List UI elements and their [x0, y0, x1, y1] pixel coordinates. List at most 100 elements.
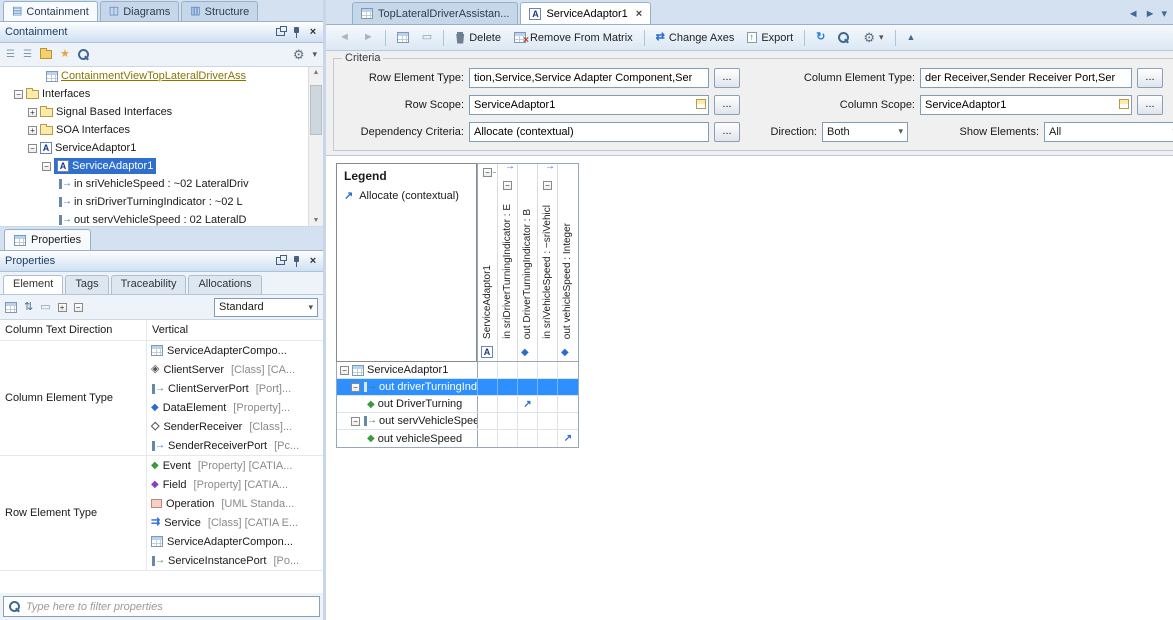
- dependency-criteria-browse-button[interactable]: ...: [714, 122, 740, 142]
- list-item[interactable]: Field[Property] [CATIA...: [147, 475, 323, 494]
- direction-select[interactable]: Both: [822, 122, 908, 142]
- forward-button[interactable]: [358, 30, 379, 45]
- property-row-column-element-type[interactable]: Column Element Type ServiceAdapterCompo.…: [0, 341, 323, 456]
- tab-allocations[interactable]: Allocations: [188, 275, 261, 294]
- matrix-cell[interactable]: [518, 379, 538, 395]
- list-item[interactable]: SenderReceiverPort[Pc...: [147, 436, 323, 455]
- tab-diagrams[interactable]: Diagrams: [100, 1, 179, 21]
- favorites-icon[interactable]: [60, 49, 70, 60]
- matrix-cell[interactable]: [538, 396, 558, 412]
- list-item[interactable]: ServiceInstancePort[Po...: [147, 551, 323, 570]
- matrix-row-driverturning[interactable]: out DriverTurning: [337, 396, 578, 413]
- matrix-cell[interactable]: [478, 379, 498, 395]
- allocation-mark-cell[interactable]: [518, 396, 538, 412]
- show-elements-select[interactable]: All: [1044, 122, 1173, 142]
- categorized-view-icon[interactable]: [5, 302, 17, 313]
- tree-scrollbar[interactable]: ▲ ▼: [308, 67, 323, 226]
- tab-structure[interactable]: Structure: [181, 1, 258, 21]
- property-row-column-text-direction[interactable]: Column Text Direction Vertical: [0, 320, 323, 341]
- matrix-cell[interactable]: [538, 430, 558, 447]
- collapse-expander-icon[interactable]: [28, 144, 37, 153]
- collapse-expander-icon[interactable]: [351, 417, 360, 426]
- scroll-up-icon[interactable]: ▲: [309, 69, 323, 76]
- tree-item-srivehiclespeed[interactable]: in sriVehicleSpeed : ~02 LateralDriv: [0, 175, 323, 193]
- list-item[interactable]: Service[Class] [CATIA E...: [147, 513, 323, 532]
- matrix-cell[interactable]: [498, 396, 518, 412]
- column-element-type-browse-button[interactable]: ...: [1137, 68, 1163, 88]
- matrix-row-vehiclespeed[interactable]: out vehicleSpeed: [337, 430, 578, 447]
- refresh-button[interactable]: [811, 30, 830, 45]
- column-header[interactable]: out DriverTurningIndicator : B: [518, 164, 538, 361]
- tab-serviceadaptor1[interactable]: ServiceAdaptor1: [520, 2, 651, 24]
- tree-item-containment-view[interactable]: ContainmentViewTopLateralDriverAss: [0, 67, 323, 85]
- tab-toplateraldriverassistant[interactable]: TopLateralDriverAssistan...: [352, 2, 518, 24]
- matrix-row-servvehiclespeed[interactable]: out servVehicleSpee: [337, 413, 578, 430]
- list-item[interactable]: ServiceAdapterCompon...: [147, 532, 323, 551]
- matrix-cell[interactable]: [518, 362, 538, 378]
- property-value[interactable]: Vertical: [147, 320, 323, 340]
- matrix-settings-button[interactable]: [858, 29, 888, 47]
- properties-mode-select[interactable]: Standard: [214, 298, 318, 317]
- pin-panel-icon[interactable]: [292, 27, 301, 38]
- scroll-tabs-left-icon[interactable]: [1128, 9, 1139, 20]
- matrix-cell[interactable]: [478, 413, 498, 429]
- collapse-expander-icon[interactable]: [543, 181, 552, 190]
- matrix-cell[interactable]: [478, 362, 498, 378]
- tab-containment[interactable]: Containment: [3, 1, 98, 21]
- scope-picker-icon[interactable]: [696, 99, 706, 109]
- expand-all-icon[interactable]: [23, 49, 32, 60]
- description-icon[interactable]: [40, 302, 50, 313]
- close-tab-icon[interactable]: [636, 8, 642, 20]
- tab-list-icon[interactable]: [1161, 9, 1167, 20]
- collapse-expander-icon[interactable]: [340, 366, 349, 375]
- collapse-criteria-button[interactable]: [902, 30, 921, 45]
- tree-item-serviceadaptor1-selected[interactable]: ServiceAdaptor1: [0, 157, 323, 175]
- tree-item-soa-interfaces[interactable]: SOA Interfaces: [0, 121, 323, 139]
- remove-from-matrix-button[interactable]: Remove From Matrix: [509, 30, 638, 46]
- property-row-row-element-type[interactable]: Row Element Type Event[Property] [CATIA.…: [0, 456, 323, 571]
- matrix-cell[interactable]: [478, 396, 498, 412]
- dependency-criteria-input[interactable]: [469, 122, 709, 142]
- tree-item-servvehiclespeed[interactable]: out servVehicleSpeed : 02 LateralD: [0, 211, 323, 227]
- matrix-cell[interactable]: [498, 379, 518, 395]
- expand-groups-icon[interactable]: [58, 303, 67, 312]
- row-element-type-browse-button[interactable]: ...: [714, 68, 740, 88]
- matrix-row-serviceadaptor1[interactable]: ServiceAdaptor1: [337, 362, 578, 379]
- matrix-cell[interactable]: [558, 413, 578, 429]
- column-scope-input[interactable]: [920, 95, 1132, 115]
- collapse-expander-icon[interactable]: [351, 383, 360, 392]
- collapse-groups-icon[interactable]: [74, 303, 83, 312]
- related-elements-button[interactable]: [392, 30, 414, 45]
- close-panel-icon[interactable]: [308, 255, 318, 267]
- change-axes-button[interactable]: Change Axes: [651, 30, 740, 46]
- delete-button[interactable]: Delete: [450, 30, 506, 46]
- column-scope-browse-button[interactable]: ...: [1137, 95, 1163, 115]
- export-button[interactable]: Export: [742, 30, 798, 46]
- matrix-row-driverturningind-selected[interactable]: out driverTurningInd: [337, 379, 578, 396]
- column-element-type-input[interactable]: [920, 68, 1132, 88]
- matrix-cell[interactable]: [538, 362, 558, 378]
- matrix-cell[interactable]: [498, 430, 518, 447]
- float-panel-icon[interactable]: [276, 28, 285, 36]
- list-item[interactable]: SenderReceiver[Class]...: [147, 417, 323, 436]
- expand-expander-icon[interactable]: [28, 108, 37, 117]
- scope-picker-icon[interactable]: [1119, 99, 1129, 109]
- tab-properties[interactable]: Properties: [4, 229, 91, 250]
- edit-criteria-button[interactable]: [417, 30, 437, 45]
- open-diagram-icon[interactable]: [40, 50, 52, 59]
- matrix-cell[interactable]: [498, 362, 518, 378]
- collapse-expander-icon[interactable]: [42, 162, 51, 171]
- matrix-cell[interactable]: [538, 379, 558, 395]
- list-item[interactable]: ClientServer[Class] [CA...: [147, 360, 323, 379]
- matrix-cell[interactable]: [538, 413, 558, 429]
- search-icon[interactable]: [78, 49, 90, 61]
- matrix-cell[interactable]: [558, 362, 578, 378]
- column-header[interactable]: out vehicleSpeed : Integer: [558, 164, 578, 361]
- tree-item-signal-based-interfaces[interactable]: Signal Based Interfaces: [0, 103, 323, 121]
- list-item[interactable]: Operation[UML Standa...: [147, 494, 323, 513]
- close-panel-icon[interactable]: [308, 26, 318, 38]
- matrix-cell[interactable]: [518, 413, 538, 429]
- float-panel-icon[interactable]: [276, 257, 285, 265]
- column-header[interactable]: in sriVehicleSpeed : ~sriVehicl: [538, 164, 558, 361]
- sort-icon[interactable]: [24, 302, 33, 313]
